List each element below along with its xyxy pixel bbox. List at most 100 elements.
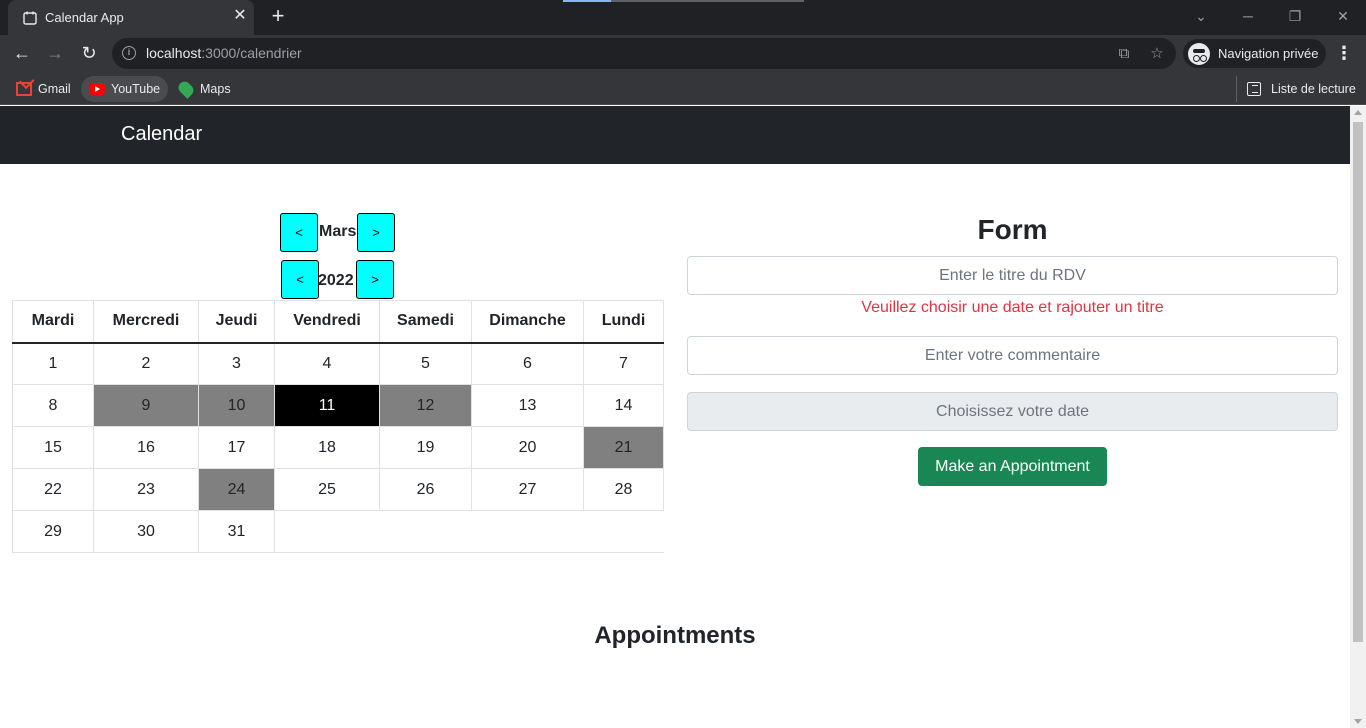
date-input[interactable]: Choisissez votre date bbox=[687, 392, 1338, 431]
calendar-day-cell[interactable]: 23 bbox=[93, 468, 199, 511]
prev-year-button[interactable]: < bbox=[281, 260, 319, 299]
prev-month-button[interactable]: < bbox=[280, 213, 318, 252]
calendar-day-cell[interactable]: 22 bbox=[12, 468, 94, 511]
calendar-day-cell[interactable]: 27 bbox=[471, 468, 584, 511]
next-month-button[interactable]: > bbox=[357, 213, 395, 252]
browser-toolbar: ← → ↻ i localhost:3000/calendrier ⧉ ☆ Na… bbox=[0, 35, 1366, 72]
youtube-icon bbox=[89, 83, 105, 95]
calendar-day-cell[interactable]: 4 bbox=[274, 342, 380, 385]
calendar-day-cell[interactable]: 28 bbox=[583, 468, 664, 511]
minimize-window-icon[interactable]: ─ bbox=[1236, 5, 1260, 27]
bookmark-label: Gmail bbox=[38, 82, 71, 96]
tab-title: Calendar App bbox=[45, 10, 124, 25]
comment-input[interactable]: Enter votre commentaire bbox=[687, 336, 1338, 375]
calendar-day-cell[interactable]: 17 bbox=[198, 426, 275, 469]
calendar-day-cell[interactable]: 2 bbox=[93, 342, 199, 385]
year-label: 2022 bbox=[318, 272, 354, 289]
calendar-week-row: 22 23 24 25 26 27 28 bbox=[12, 468, 664, 511]
gmail-icon bbox=[16, 82, 32, 96]
close-window-icon[interactable]: ✕ bbox=[1331, 5, 1355, 27]
bookmark-star-icon[interactable]: ☆ bbox=[1147, 44, 1167, 64]
weekday-header: Samedi bbox=[379, 300, 472, 344]
bookmark-maps[interactable]: Maps bbox=[170, 76, 239, 102]
calendar-day-cell[interactable]: 13 bbox=[471, 384, 584, 427]
app-navbar: Calendar bbox=[0, 106, 1350, 164]
new-tab-button[interactable]: + bbox=[266, 5, 290, 29]
reading-list-button[interactable]: Liste de lecture bbox=[1236, 76, 1356, 102]
calendar-favicon-icon bbox=[23, 11, 37, 25]
calendar-day-cell[interactable]: 7 bbox=[583, 342, 664, 385]
calendar-day-cell[interactable]: 30 bbox=[93, 510, 199, 553]
calendar-day-cell[interactable]: 20 bbox=[471, 426, 584, 469]
weekday-header: Lundi bbox=[583, 300, 664, 344]
appointments-heading: Appointments bbox=[594, 622, 756, 649]
calendar-day-cell[interactable]: 31 bbox=[198, 510, 275, 553]
calendar-day-cell[interactable]: 26 bbox=[379, 468, 472, 511]
forward-arrow-icon[interactable]: → bbox=[42, 40, 68, 66]
calendar-day-cell[interactable]: 10 bbox=[198, 384, 275, 427]
browser-tabbar: Calendar App ✕ + ⌄ ─ ❐ ✕ bbox=[0, 0, 1366, 35]
month-navigation: < Mars > bbox=[0, 213, 663, 253]
calendar-day-cell[interactable]: 15 bbox=[12, 426, 94, 469]
bookmarks-bar: Gmail YouTube Maps Liste de lecture bbox=[0, 72, 1366, 105]
weekday-header-row: Mardi Mercredi Jeudi Vendredi Samedi Dim… bbox=[12, 300, 664, 344]
tab-search-icon[interactable]: ⌄ bbox=[1189, 5, 1213, 27]
page-viewport: Calendar < Mars > < 2022 > Mardi Mercred… bbox=[0, 106, 1350, 728]
calendar-day-cell[interactable]: 1 bbox=[12, 342, 94, 385]
weekday-header: Vendredi bbox=[274, 300, 380, 344]
calendar-day-cell[interactable]: 11 bbox=[274, 384, 380, 427]
reading-list-icon bbox=[1247, 82, 1261, 96]
title-input[interactable]: Enter le titre du RDV bbox=[687, 256, 1338, 295]
next-year-button[interactable]: > bbox=[356, 260, 394, 299]
calendar-day-cell[interactable]: 3 bbox=[198, 342, 275, 385]
calendar-day-cell[interactable]: 29 bbox=[12, 510, 94, 553]
scroll-up-arrow-icon[interactable] bbox=[1354, 110, 1362, 115]
year-navigation: < 2022 > bbox=[0, 260, 663, 300]
calendar-day-cell[interactable]: 21 bbox=[583, 426, 664, 469]
browser-tab[interactable]: Calendar App ✕ bbox=[8, 0, 254, 35]
bookmark-gmail[interactable]: Gmail bbox=[8, 76, 79, 102]
scroll-thumb[interactable] bbox=[1353, 122, 1363, 642]
reload-icon[interactable]: ↻ bbox=[76, 40, 102, 66]
calendar-week-row: 1234567 bbox=[12, 342, 664, 385]
site-info-icon[interactable]: i bbox=[122, 46, 136, 60]
bookmark-label: Maps bbox=[200, 82, 231, 96]
calendar-day-cell[interactable]: 5 bbox=[379, 342, 472, 385]
incognito-profile-button[interactable]: Navigation privée bbox=[1183, 39, 1326, 68]
calendar-day-cell[interactable]: 9 bbox=[93, 384, 199, 427]
scroll-down-arrow-icon[interactable] bbox=[1354, 719, 1362, 724]
weekday-header: Mardi bbox=[12, 300, 94, 344]
maps-pin-icon bbox=[176, 79, 196, 99]
calendar-day-cell[interactable]: 12 bbox=[379, 384, 472, 427]
incognito-icon bbox=[1188, 43, 1210, 65]
calendar-day-cell[interactable]: 6 bbox=[471, 342, 584, 385]
calendar-day-cell[interactable]: 24 bbox=[198, 468, 275, 511]
form-title: Form bbox=[977, 214, 1048, 245]
tab-strip-indicator-secondary bbox=[611, 0, 804, 2]
validation-error: Veuillez choisir une date et rajouter un… bbox=[861, 299, 1164, 316]
make-appointment-button[interactable]: Make an Appointment bbox=[918, 447, 1107, 486]
bookmark-youtube[interactable]: YouTube bbox=[81, 76, 169, 102]
calendar-day-cell[interactable]: 8 bbox=[12, 384, 94, 427]
url-host: localhost bbox=[146, 45, 202, 61]
incognito-label: Navigation privée bbox=[1218, 46, 1319, 61]
browser-menu-icon[interactable]: ⋮ bbox=[1333, 40, 1355, 66]
calendar-day-cell[interactable]: 14 bbox=[583, 384, 664, 427]
weekday-header: Dimanche bbox=[471, 300, 584, 344]
page-scrollbar[interactable] bbox=[1350, 106, 1366, 728]
weekday-header: Mercredi bbox=[93, 300, 199, 344]
close-tab-icon[interactable]: ✕ bbox=[230, 6, 250, 26]
calendar-week-row: 15 16 17 18 19 20 21 bbox=[12, 426, 664, 469]
calendar-day-cell[interactable]: 25 bbox=[274, 468, 380, 511]
calendar-day-cell[interactable]: 18 bbox=[274, 426, 380, 469]
restore-window-icon[interactable]: ❐ bbox=[1283, 5, 1307, 27]
address-bar[interactable]: i localhost:3000/calendrier ⧉ ☆ bbox=[112, 38, 1176, 69]
calendar-empty-cell bbox=[274, 510, 664, 553]
month-label: Mars bbox=[319, 223, 357, 240]
calendar-day-cell[interactable]: 16 bbox=[93, 426, 199, 469]
url-path: :3000/calendrier bbox=[201, 45, 302, 61]
navbar-brand[interactable]: Calendar bbox=[121, 123, 202, 146]
translate-icon[interactable]: ⧉ bbox=[1114, 44, 1134, 64]
back-arrow-icon[interactable]: ← bbox=[9, 40, 35, 66]
calendar-day-cell[interactable]: 19 bbox=[379, 426, 472, 469]
